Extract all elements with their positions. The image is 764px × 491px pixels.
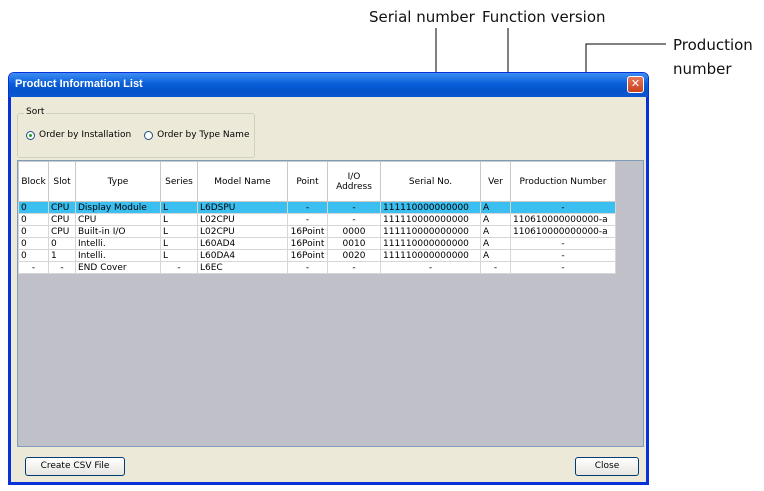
cell-type: CPU <box>75 213 161 226</box>
table-row[interactable]: - - END Cover - L6EC - - - - - <box>18 261 616 274</box>
cell-block: 0 <box>18 201 49 214</box>
product-information-dialog: Product Information List ✕ Sort Order by… <box>8 72 649 485</box>
cell-series: L <box>160 225 198 238</box>
cell-slot: 1 <box>48 249 76 262</box>
radio-label-type-name: Order by Type Name <box>157 130 250 140</box>
radio-label-installation: Order by Installation <box>39 130 132 140</box>
col-header-point[interactable]: Point <box>287 161 328 202</box>
table-row[interactable]: 0 CPU Display Module L L6DSPU - - 111110… <box>18 201 616 214</box>
cell-model-name: L6EC <box>197 261 288 274</box>
cell-serial-no: 111110000000000 <box>380 213 481 226</box>
cell-io-address: 0020 <box>327 249 381 262</box>
production-number-callout-line2: number <box>673 60 732 78</box>
cell-serial-no: 111110000000000 <box>380 225 481 238</box>
cell-serial-no: 111110000000000 <box>380 237 481 250</box>
cell-slot: CPU <box>48 201 76 214</box>
col-header-slot[interactable]: Slot <box>48 161 76 202</box>
cell-serial-no: 111110000000000 <box>380 201 481 214</box>
product-list-grid[interactable]: Block Slot Type Series Model Name Point … <box>17 160 644 447</box>
serial-number-callout: Serial number <box>369 8 475 26</box>
cell-series: L <box>160 201 198 214</box>
cell-point: 16Point <box>287 237 328 250</box>
cell-series: - <box>160 261 198 274</box>
col-header-block[interactable]: Block <box>18 161 49 202</box>
radio-order-by-installation[interactable]: Order by Installation <box>26 130 131 140</box>
cell-type: Display Module <box>75 201 161 214</box>
table-row[interactable]: 0 CPU Built-in I/O L L02CPU 16Point 0000… <box>18 225 616 238</box>
col-header-production-number[interactable]: Production Number <box>510 161 616 202</box>
table-row[interactable]: 0 0 Intelli. L L60AD4 16Point 0010 11111… <box>18 237 616 250</box>
cell-series: L <box>160 213 198 226</box>
cell-slot: - <box>48 261 76 274</box>
cell-block: 0 <box>18 237 49 250</box>
title-bar[interactable]: Product Information List ✕ <box>9 73 648 97</box>
cell-production-number: - <box>510 237 616 250</box>
table-row[interactable]: 0 CPU CPU L L02CPU - - 111110000000000 A… <box>18 213 616 226</box>
cell-point: - <box>287 213 328 226</box>
radio-selected-icon[interactable] <box>26 130 35 140</box>
cell-model-name: L02CPU <box>197 225 288 238</box>
cell-point: - <box>287 201 328 214</box>
sort-group: Sort Order by Installation Order by Type… <box>17 107 255 158</box>
cell-ver: A <box>480 201 511 214</box>
cell-slot: CPU <box>48 225 76 238</box>
cell-ver: A <box>480 249 511 262</box>
cell-type: Built-in I/O <box>75 225 161 238</box>
cell-point: 16Point <box>287 225 328 238</box>
cell-serial-no: 111110000000000 <box>380 249 481 262</box>
cell-production-number: - <box>510 261 616 274</box>
table-header-row: Block Slot Type Series Model Name Point … <box>18 161 616 202</box>
cell-model-name: L6DSPU <box>197 201 288 214</box>
function-version-callout: Function version <box>482 8 606 26</box>
col-header-type[interactable]: Type <box>75 161 161 202</box>
cell-block: 0 <box>18 249 49 262</box>
dialog-client-area: Sort Order by Installation Order by Type… <box>9 97 648 484</box>
cell-ver: A <box>480 225 511 238</box>
cell-model-name: L60AD4 <box>197 237 288 250</box>
close-icon[interactable]: ✕ <box>627 76 644 93</box>
create-csv-file-button[interactable]: Create CSV File <box>25 457 125 476</box>
cell-model-name: L02CPU <box>197 213 288 226</box>
col-header-series[interactable]: Series <box>160 161 198 202</box>
cell-type: END Cover <box>75 261 161 274</box>
cell-io-address: - <box>327 201 381 214</box>
cell-point: 16Point <box>287 249 328 262</box>
cell-production-number: 110610000000000-a <box>510 225 616 238</box>
cell-block: 0 <box>18 213 49 226</box>
cell-ver: A <box>480 237 511 250</box>
cell-serial-no: - <box>380 261 481 274</box>
col-header-model-name[interactable]: Model Name <box>197 161 288 202</box>
cell-production-number: 110610000000000-a <box>510 213 616 226</box>
radio-order-by-type-name[interactable]: Order by Type Name <box>144 130 249 140</box>
cell-io-address: - <box>327 213 381 226</box>
production-number-callout-line1: Production <box>673 36 753 54</box>
cell-io-address: 0000 <box>327 225 381 238</box>
cell-slot: 0 <box>48 237 76 250</box>
col-header-ver[interactable]: Ver <box>480 161 511 202</box>
cell-production-number: - <box>510 201 616 214</box>
col-header-io-address[interactable]: I/O Address <box>327 161 381 202</box>
cell-type: Intelli. <box>75 249 161 262</box>
sort-legend: Sort <box>24 107 47 117</box>
sort-options: Order by Installation Order by Type Name <box>26 130 259 143</box>
cell-block: 0 <box>18 225 49 238</box>
cell-slot: CPU <box>48 213 76 226</box>
cell-block: - <box>18 261 49 274</box>
table-row[interactable]: 0 1 Intelli. L L60DA4 16Point 0020 11111… <box>18 249 616 262</box>
cell-model-name: L60DA4 <box>197 249 288 262</box>
close-button[interactable]: Close <box>575 457 639 476</box>
cell-point: - <box>287 261 328 274</box>
radio-unselected-icon[interactable] <box>144 130 154 140</box>
window-title: Product Information List <box>15 78 143 90</box>
product-table: Block Slot Type Series Model Name Point … <box>18 161 616 274</box>
cell-io-address: - <box>327 261 381 274</box>
cell-ver: A <box>480 213 511 226</box>
cell-production-number: - <box>510 249 616 262</box>
col-header-serial-no[interactable]: Serial No. <box>380 161 481 202</box>
cell-series: L <box>160 249 198 262</box>
cell-io-address: 0010 <box>327 237 381 250</box>
cell-type: Intelli. <box>75 237 161 250</box>
cell-series: L <box>160 237 198 250</box>
cell-ver: - <box>480 261 511 274</box>
